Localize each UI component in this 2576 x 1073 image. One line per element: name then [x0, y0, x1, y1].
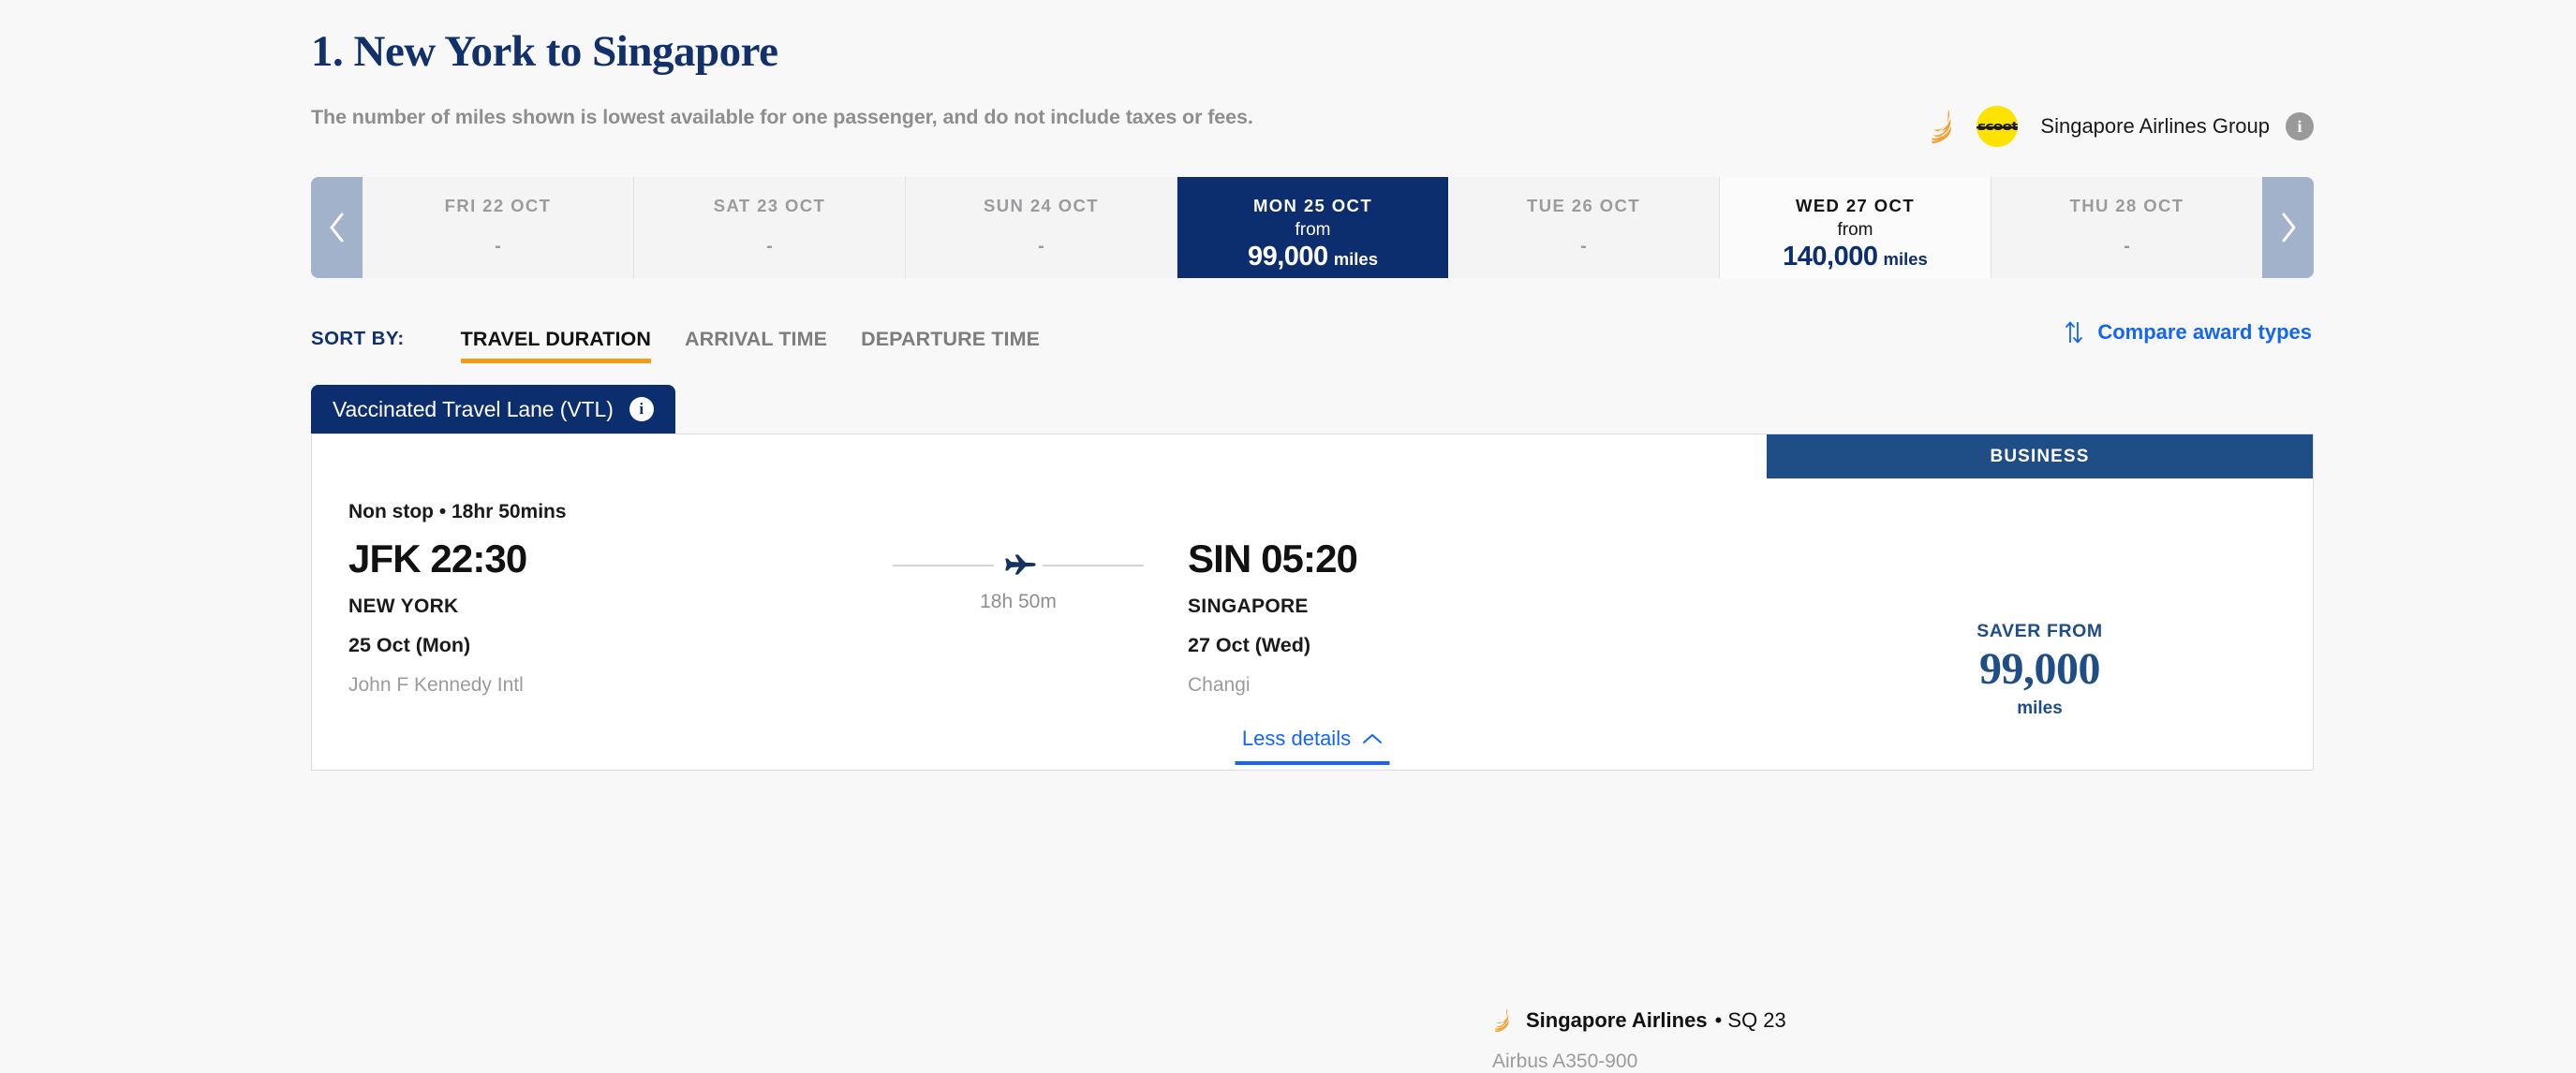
group-info-icon[interactable]: i	[2286, 112, 2314, 140]
date-cell-miles-unit: miles	[1333, 249, 1378, 269]
date-cell-label: SAT 23 OCT	[713, 196, 826, 215]
less-details-underline	[1235, 761, 1390, 765]
arrival-date: 27 Oct (Wed)	[1188, 634, 1311, 656]
date-cell-value: -	[2124, 236, 2130, 257]
date-cell-wed-27-oct[interactable]: WED 27 OCT from 140,000 miles	[1720, 177, 1991, 278]
arrival-airport: Changi	[1188, 674, 1251, 696]
date-cell-fri-22-oct[interactable]: FRI 22 OCT -	[363, 177, 634, 278]
scoot-logo-icon: scoot	[1976, 106, 2019, 147]
flight-result-card: BUSINESS Non stop • 18hr 50mins JFK 22:3…	[311, 434, 2314, 1072]
date-cell-label: WED 27 OCT	[1795, 196, 1916, 215]
departure-airport: John F Kennedy Intl	[348, 674, 524, 696]
aircraft-type: Airbus A350-900	[1492, 1051, 1638, 1072]
singapore-airlines-bird-icon	[1928, 109, 1960, 144]
airline-group-name: Singapore Airlines Group	[2040, 114, 2270, 138]
date-cell-thu-28-oct[interactable]: THU 28 OCT -	[1991, 177, 2262, 278]
page-title: 1. New York to Singapore	[311, 27, 778, 76]
singapore-airlines-bird-icon	[1492, 1007, 1515, 1033]
date-cell-miles-unit: miles	[1883, 249, 1928, 269]
compare-award-types-label: Compare award types	[2097, 320, 2312, 344]
departure-date: 25 Oct (Mon)	[348, 634, 471, 656]
date-cell-label: SUN 24 OCT	[984, 196, 1099, 215]
arrival-segment: SIN 05:20 SINGAPORE 27 Oct (Wed) Changi	[1188, 536, 1358, 698]
date-strip: FRI 22 OCT - SAT 23 OCT - SUN 24 OCT - M…	[311, 177, 2314, 278]
award-search-results-page: 1. New York to Singapore The number of m…	[0, 0, 2576, 1072]
date-cell-label: TUE 26 OCT	[1527, 196, 1640, 215]
airplane-icon	[994, 554, 1043, 575]
scoot-wordmark: scoot	[1976, 119, 2018, 134]
sort-option-travel-duration[interactable]: TRAVEL DURATION	[460, 318, 652, 363]
date-cell-miles: 99,000 miles	[1248, 242, 1378, 272]
date-cell-miles-value: 99,000	[1247, 242, 1328, 272]
date-cell-value: -	[1038, 236, 1044, 257]
next-dates-button[interactable]	[2262, 177, 2314, 278]
date-cell-from-label: from	[1295, 220, 1331, 240]
sort-updown-arrows-icon	[2064, 320, 2084, 345]
date-cell-from-label: from	[1837, 220, 1873, 240]
airline-name: Singapore Airlines	[1526, 1007, 1708, 1032]
compare-award-types-link[interactable]: Compare award types	[2064, 320, 2312, 345]
stops-and-duration-text: Non stop • 18hr 50mins	[348, 501, 567, 522]
cabin-class-label: BUSINESS	[1990, 446, 2090, 466]
departure-code-time: JFK 22:30	[348, 536, 527, 581]
page-subtitle: The number of miles shown is lowest avai…	[311, 106, 1253, 128]
vtl-label: Vaccinated Travel Lane (VTL)	[333, 396, 614, 421]
chevron-up-icon	[1362, 732, 1383, 745]
airline-group-row: scoot Singapore Airlines Group i	[1928, 106, 2314, 147]
date-cell-label: THU 28 OCT	[2069, 196, 2184, 215]
flight-duration-indicator: 18h 50m	[893, 554, 1144, 613]
sort-option-arrival-time[interactable]: ARRIVAL TIME	[685, 318, 827, 363]
date-cell-sat-23-oct[interactable]: SAT 23 OCT -	[634, 177, 906, 278]
fare-miles-value: 99,000	[1979, 644, 2101, 695]
vaccinated-travel-lane-tab[interactable]: Vaccinated Travel Lane (VTL) i	[311, 385, 675, 434]
date-cell-mon-25-oct[interactable]: MON 25 OCT from 99,000 miles	[1177, 177, 1448, 278]
duration-label: 18h 50m	[980, 591, 1057, 612]
date-cell-sun-24-oct[interactable]: SUN 24 OCT -	[906, 177, 1177, 278]
prev-dates-button[interactable]	[311, 177, 363, 278]
less-details-label: Less details	[1241, 727, 1352, 750]
date-cell-label: MON 25 OCT	[1252, 196, 1373, 215]
date-cells: FRI 22 OCT - SAT 23 OCT - SUN 24 OCT - M…	[363, 177, 2262, 278]
less-details-inner: Less details	[1235, 727, 1390, 765]
duration-line	[893, 554, 1144, 575]
date-cell-tue-26-oct[interactable]: TUE 26 OCT -	[1448, 177, 1720, 278]
cabin-class-header: BUSINESS	[1767, 434, 2313, 478]
sort-bar: SORT BY: TRAVEL DURATION ARRIVAL TIME DE…	[311, 318, 1040, 363]
date-cell-label: FRI 22 OCT	[444, 196, 552, 215]
fare-type-label: SAVER FROM	[1976, 621, 2103, 642]
arrival-city: SINGAPORE	[1188, 595, 1309, 617]
vtl-info-icon[interactable]: i	[629, 397, 654, 421]
airline-row: Singapore Airlines • SQ 23	[1492, 1007, 1786, 1033]
date-cell-miles: 140,000 miles	[1783, 242, 1928, 272]
departure-segment: JFK 22:30 NEW YORK 25 Oct (Mon) John F K…	[348, 536, 527, 698]
less-details-toggle[interactable]: Less details	[312, 727, 2313, 770]
departure-city: NEW YORK	[348, 595, 459, 617]
date-cell-miles-value: 140,000	[1783, 242, 1878, 272]
operating-airline-block: Singapore Airlines • SQ 23 Airbus A350-9…	[1492, 1007, 1786, 1073]
flight-number: • SQ 23	[1714, 1007, 1786, 1032]
fare-miles-unit: miles	[2017, 698, 2063, 718]
date-cell-value: -	[766, 236, 773, 257]
date-cell-value: -	[1580, 236, 1587, 257]
sort-by-label: SORT BY:	[311, 328, 405, 349]
fare-price-column[interactable]: SAVER FROM 99,000 miles	[1767, 478, 2313, 727]
sort-option-departure-time[interactable]: DEPARTURE TIME	[861, 318, 1040, 363]
arrival-code-time: SIN 05:20	[1188, 536, 1358, 581]
date-cell-value: -	[495, 236, 501, 257]
